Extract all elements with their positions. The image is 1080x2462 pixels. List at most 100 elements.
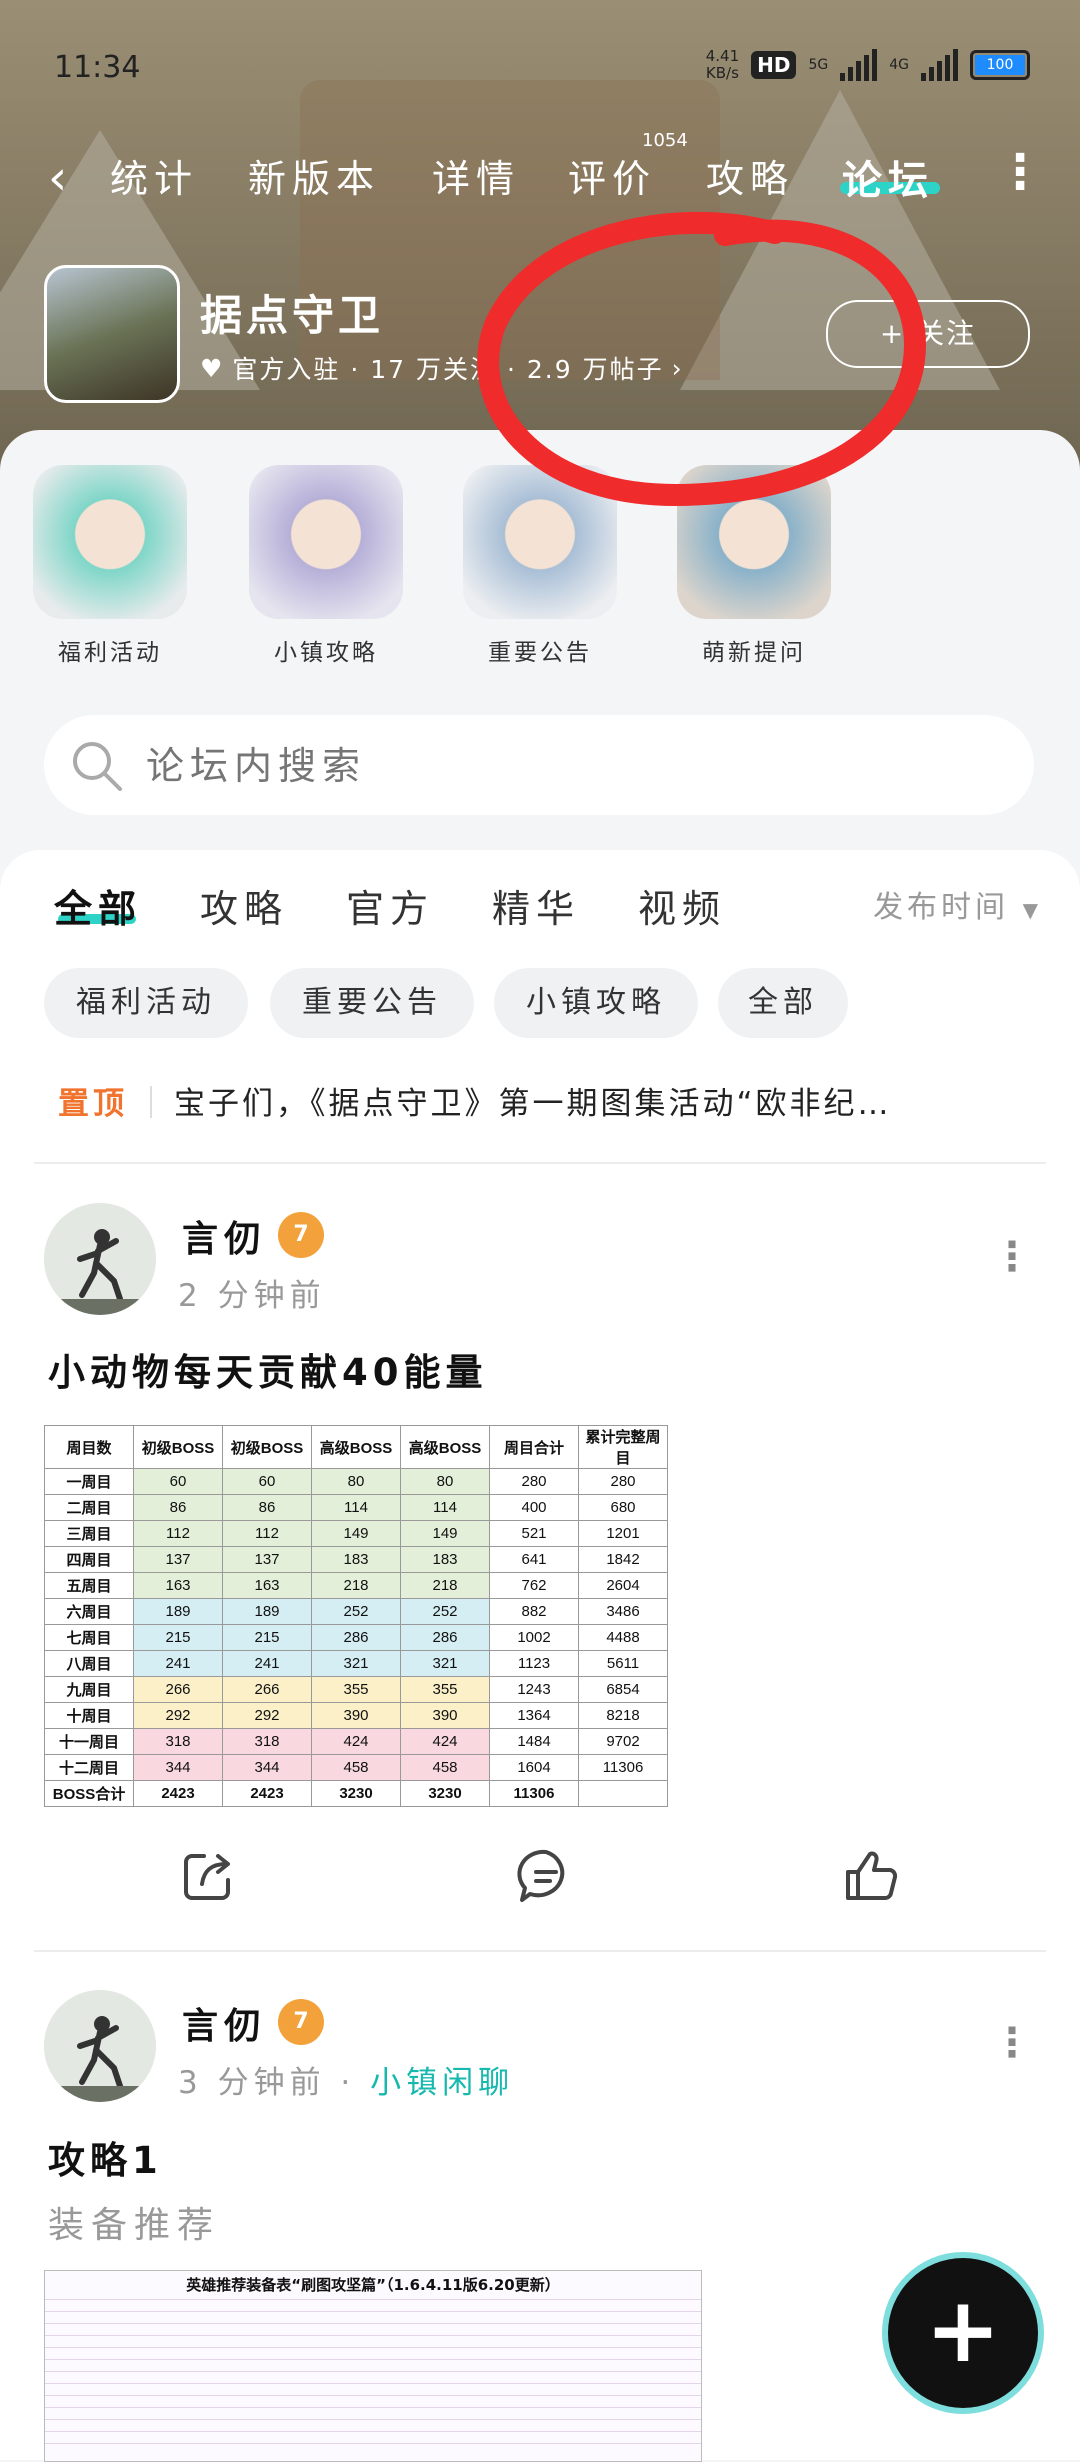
- table-cell: 355: [311, 1676, 401, 1703]
- table-cell: 86: [222, 1494, 312, 1521]
- table-row: [45, 2443, 701, 2455]
- table-cell: 400: [489, 1494, 579, 1521]
- nav-tab-new-version[interactable]: 新版本: [248, 148, 380, 203]
- table-cell: 252: [311, 1598, 401, 1625]
- more-vertical-icon[interactable]: ⋮: [992, 2020, 1032, 2066]
- post-title[interactable]: 小动物每天贡献40能量: [48, 1342, 488, 1396]
- table-cell: 252: [400, 1598, 490, 1625]
- table-cell: 641: [489, 1546, 579, 1573]
- shortcut-town-guide[interactable]: 小镇攻略: [246, 465, 406, 667]
- red-circle-annotation: [477, 211, 927, 507]
- tab-official[interactable]: 官方: [346, 878, 434, 933]
- table-cell: 2423: [133, 1780, 223, 1807]
- table-row: [45, 2335, 701, 2347]
- nav-tab-forum[interactable]: 论坛: [842, 148, 934, 206]
- review-count-badge: 1054: [642, 130, 688, 151]
- post-topic-link[interactable]: 小镇闲聊: [370, 2065, 514, 2101]
- avatar[interactable]: [44, 1203, 156, 1315]
- label-5g: 5G: [808, 57, 829, 73]
- net-speed-value: 4.41: [705, 47, 740, 65]
- signal-icon: [921, 49, 958, 81]
- status-icons: 4.41 KB/s HD 5G 4G 100: [706, 48, 1030, 82]
- shortcut-label: 小镇攻略: [274, 640, 378, 666]
- post-title[interactable]: 攻略1: [48, 2130, 163, 2184]
- post-time: 3 分钟前: [178, 2065, 326, 2101]
- nav-tab-details[interactable]: 详情: [432, 148, 520, 203]
- table-row: BOSS合计 2423 2423 3230 3230 11306: [44, 1780, 668, 1807]
- forum-search[interactable]: [44, 715, 1034, 815]
- table-row: 十周目 292 292 390 390 1364 8218: [44, 1702, 668, 1729]
- chip-town-guide[interactable]: 小镇攻略: [494, 968, 698, 1038]
- table-cell: 2604: [578, 1572, 668, 1599]
- network-speed: 4.41 KB/s: [706, 48, 739, 82]
- table-cell: 266: [133, 1676, 223, 1703]
- tab-all[interactable]: 全部: [54, 878, 142, 933]
- search-input[interactable]: [144, 735, 1008, 797]
- table-row-header: 三周目: [44, 1520, 134, 1547]
- more-vertical-icon[interactable]: ⋮: [996, 144, 1044, 200]
- tab-featured[interactable]: 精华: [492, 878, 580, 933]
- equipment-table-image[interactable]: 英雄推荐装备表“刷图攻坚篇”（1.6.4.11版6.20更新）: [44, 2270, 702, 2462]
- sort-dropdown[interactable]: 发布时间 ▼: [873, 882, 1042, 926]
- chip-all[interactable]: 全部: [718, 968, 848, 1038]
- table-cell: 112: [133, 1520, 223, 1547]
- create-post-button[interactable]: +: [888, 2258, 1038, 2408]
- post-author[interactable]: 言仞: [182, 1997, 266, 2049]
- table-cell: 5611: [578, 1650, 668, 1677]
- table-cell: 114: [400, 1494, 490, 1521]
- nav-tab-stats[interactable]: 统计: [110, 148, 198, 203]
- pinned-post[interactable]: 置顶 宝子们，《据点守卫》第一期图集活动“欧非纪…: [58, 1078, 1048, 1128]
- table-cell: 8218: [578, 1702, 668, 1729]
- table-cell: 86: [133, 1494, 223, 1521]
- table-row: 六周目 189 189 252 252 882 3486: [44, 1598, 668, 1625]
- nav-tab-reviews[interactable]: 评价: [568, 148, 656, 203]
- avatar[interactable]: [44, 1990, 156, 2102]
- table-header: 初级BOSS: [222, 1425, 312, 1469]
- tab-guides[interactable]: 攻略: [200, 878, 288, 933]
- shortcut-label: 重要公告: [488, 640, 592, 666]
- table-cell: 189: [133, 1598, 223, 1625]
- table-row: 二周目 86 86 114 114 400 680: [44, 1494, 668, 1521]
- more-vertical-icon[interactable]: ⋮: [992, 1234, 1032, 1280]
- net-speed-unit: KB/s: [705, 64, 739, 82]
- divider: [34, 1162, 1046, 1164]
- table-cell: 424: [400, 1728, 490, 1755]
- post-author[interactable]: 言仞: [182, 1210, 266, 1262]
- table-row: 五周目 163 163 218 218 762 2604: [44, 1572, 668, 1599]
- nav-tab-guides[interactable]: 攻略: [706, 148, 794, 203]
- table-row-header: 七周目: [44, 1624, 134, 1651]
- table-cell: 218: [311, 1572, 401, 1599]
- table-row: 七周目 215 215 286 286 1002 4488: [44, 1624, 668, 1651]
- table-cell: 1842: [578, 1546, 668, 1573]
- table-cell: 241: [133, 1650, 223, 1677]
- table-cell: 680: [578, 1494, 668, 1521]
- table-cell: 9702: [578, 1728, 668, 1755]
- boss-energy-table[interactable]: 周目数 初级BOSS 初级BOSS 高级BOSS 高级BOSS 周目合计 累计完…: [44, 1425, 668, 1807]
- table-row-header: 一周目: [44, 1468, 134, 1495]
- battery-icon: 100: [970, 50, 1030, 80]
- share-icon[interactable]: [180, 1848, 236, 1908]
- game-icon[interactable]: [44, 265, 180, 403]
- table-cell: 218: [400, 1572, 490, 1599]
- level-badge: 7: [278, 1212, 324, 1258]
- shortcut-label: 萌新提问: [702, 640, 806, 666]
- chip-welfare[interactable]: 福利活动: [44, 968, 248, 1038]
- table-cell: 183: [311, 1546, 401, 1573]
- status-time: 11:34: [54, 50, 141, 85]
- table-cell: 149: [311, 1520, 401, 1547]
- chip-announcements[interactable]: 重要公告: [270, 968, 474, 1038]
- shortcut-welfare[interactable]: 福利活动: [30, 465, 190, 667]
- back-chevron-icon[interactable]: ‹: [48, 150, 67, 206]
- tab-video[interactable]: 视频: [638, 878, 726, 933]
- comment-icon[interactable]: [516, 1848, 576, 1908]
- plus-icon: +: [925, 2278, 1001, 2383]
- like-thumb-icon[interactable]: [842, 1848, 900, 1908]
- table-cell: 390: [400, 1702, 490, 1729]
- table-cell: 149: [400, 1520, 490, 1547]
- table-cell: 137: [133, 1546, 223, 1573]
- table-row: [45, 2407, 701, 2419]
- label-4g: 4G: [889, 57, 909, 73]
- table-row-header: 九周目: [44, 1676, 134, 1703]
- table-body: 一周目 60 60 80 80 280 280 二周目 86 86 114 114 400 680 三周目 1…: [44, 1468, 668, 1807]
- table-header: 周目合计: [489, 1425, 579, 1469]
